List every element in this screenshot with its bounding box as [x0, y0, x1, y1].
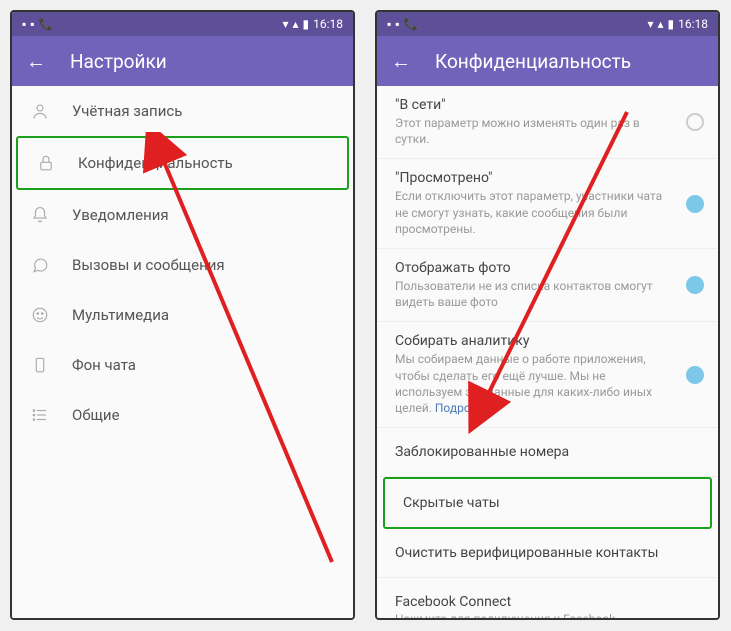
media-icon [30, 305, 50, 325]
back-arrow-icon[interactable]: ← [26, 49, 46, 74]
signal-icon: ▴ [292, 17, 298, 31]
phone-screen-settings: ▪ ▪ 📞 ▾ ▴ ▮ 16:18 ← Настройки Учётная за… [10, 10, 355, 620]
status-icon-notif: ▪ [22, 17, 26, 31]
more-link[interactable]: Подробнее [435, 401, 497, 415]
settings-label: Мультимедиа [72, 306, 169, 324]
user-icon [30, 101, 50, 121]
app-bar: ← Настройки [12, 36, 353, 86]
settings-label: Общие [72, 406, 120, 424]
priv-title: "Просмотрено" [395, 170, 700, 186]
status-time: 16:18 [678, 17, 708, 31]
priv-title: Отображать фото [395, 260, 700, 276]
settings-item-calls[interactable]: Вызовы и сообщения [12, 240, 353, 290]
battery-icon: ▮ [668, 17, 675, 31]
settings-label: Конфиденциальность [78, 154, 233, 172]
privacy-item-seen[interactable]: "Просмотрено" Если отключить этот параме… [377, 159, 718, 249]
status-icon-notif: ▪ [387, 17, 391, 31]
privacy-item-online[interactable]: "В сети" Этот параметр можно изменять од… [377, 86, 718, 159]
settings-item-general[interactable]: Общие [12, 390, 353, 440]
list-icon [30, 405, 50, 425]
settings-label: Фон чата [72, 356, 136, 374]
settings-list: Учётная запись Конфиденциальность Уведом… [12, 86, 353, 618]
status-icon-phone: 📞 [39, 17, 54, 31]
settings-item-privacy[interactable]: Конфиденциальность [16, 136, 349, 190]
toggle-icon[interactable] [686, 195, 704, 213]
priv-desc: Этот параметр можно изменять один раз в … [395, 115, 700, 147]
wifi-icon: ▾ [647, 17, 653, 31]
status-bar: ▪ ▪ 📞 ▾ ▴ ▮ 16:18 [12, 12, 353, 36]
page-title: Конфиденциальность [435, 50, 631, 73]
privacy-list: "В сети" Этот параметр можно изменять од… [377, 86, 718, 618]
privacy-item-blocked[interactable]: Заблокированные номера [377, 428, 718, 477]
privacy-item-photo[interactable]: Отображать фото Пользователи не из списк… [377, 249, 718, 322]
phone-bg-icon [30, 355, 50, 375]
toggle-icon[interactable] [686, 366, 704, 384]
priv-desc: Если отключить этот параметр, участники … [395, 188, 700, 237]
privacy-item-clear-verified[interactable]: Очистить верифицированные контакты [377, 529, 718, 578]
priv-desc: Пользователи не из списка контактов смог… [395, 278, 700, 310]
privacy-item-analytics[interactable]: Собирать аналитику Мы собираем данные о … [377, 322, 718, 428]
status-icon-notif2: ▪ [30, 17, 34, 31]
settings-label: Вызовы и сообщения [72, 256, 225, 274]
settings-label: Учётная запись [72, 102, 182, 120]
priv-title: "В сети" [395, 97, 700, 113]
signal-icon: ▴ [657, 17, 663, 31]
settings-label: Уведомления [72, 206, 169, 224]
privacy-item-facebook[interactable]: Facebook Connect Нажмите для подключения… [377, 578, 718, 618]
settings-item-media[interactable]: Мультимедиа [12, 290, 353, 340]
status-icon-notif2: ▪ [395, 17, 399, 31]
settings-item-background[interactable]: Фон чата [12, 340, 353, 390]
page-title: Настройки [70, 50, 167, 73]
status-icon-phone: 📞 [404, 17, 419, 31]
priv-title: Собирать аналитику [395, 333, 700, 349]
chat-icon [30, 255, 50, 275]
phone-screen-privacy: ▪ ▪ 📞 ▾ ▴ ▮ 16:18 ← Конфиденциальность "… [375, 10, 720, 620]
lock-icon [36, 153, 56, 173]
back-arrow-icon[interactable]: ← [391, 49, 411, 74]
bell-icon [30, 205, 50, 225]
app-bar: ← Конфиденциальность [377, 36, 718, 86]
settings-item-account[interactable]: Учётная запись [12, 86, 353, 136]
wifi-icon: ▾ [282, 17, 288, 31]
priv-desc: Мы собираем данные о работе приложения, … [395, 351, 700, 416]
privacy-item-hidden-chats[interactable]: Скрытые чаты [383, 477, 712, 529]
toggle-icon[interactable] [686, 113, 704, 131]
battery-icon: ▮ [303, 17, 310, 31]
toggle-icon[interactable] [686, 276, 704, 294]
status-time: 16:18 [313, 17, 343, 31]
status-bar: ▪ ▪ 📞 ▾ ▴ ▮ 16:18 [377, 12, 718, 36]
settings-item-notifications[interactable]: Уведомления [12, 190, 353, 240]
